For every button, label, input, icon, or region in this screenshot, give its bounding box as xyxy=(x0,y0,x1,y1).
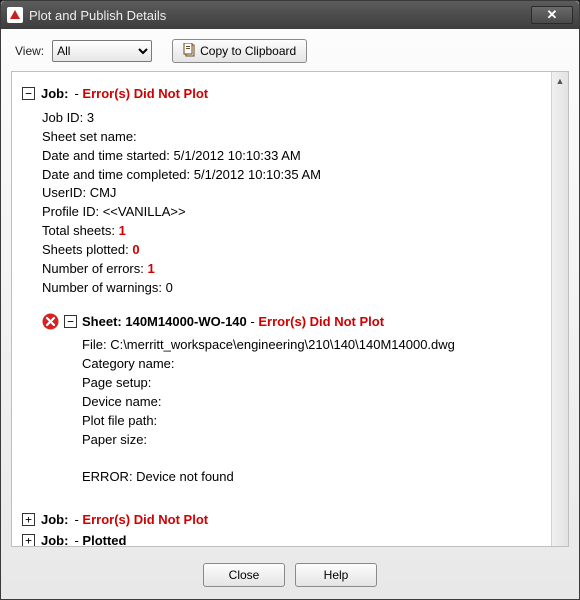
job-label: Job: xyxy=(41,86,68,101)
job-status: - Plotted xyxy=(74,533,126,546)
view-select[interactable]: All xyxy=(52,40,152,62)
scroll-up-arrow[interactable]: ▲ xyxy=(552,72,568,89)
sheet-error-message: ERROR: Device not found xyxy=(82,468,558,487)
job-header: − Job: - Error(s) Did Not Plot xyxy=(22,86,558,101)
error-icon xyxy=(42,313,59,330)
toolbar: View: All Copy to Clipboard xyxy=(1,29,579,71)
sheet-header: − Sheet: 140M14000-WO-140 - Error(s) Did… xyxy=(42,313,558,330)
close-button[interactable]: Close xyxy=(203,563,285,587)
collapse-toggle[interactable]: − xyxy=(64,315,77,328)
clipboard-icon xyxy=(183,43,196,60)
job-header: + Job: - Plotted xyxy=(22,533,558,546)
job-status: - Error(s) Did Not Plot xyxy=(74,512,208,527)
content-panel: − Job: - Error(s) Did Not Plot Job ID: 3… xyxy=(11,71,569,547)
job-status: - Error(s) Did Not Plot xyxy=(74,86,208,101)
expand-toggle[interactable]: + xyxy=(22,513,35,526)
app-icon xyxy=(7,7,23,23)
window-close-button[interactable]: ✕ xyxy=(531,6,573,24)
window-title: Plot and Publish Details xyxy=(29,8,531,23)
titlebar: Plot and Publish Details ✕ xyxy=(1,1,579,29)
expand-toggle[interactable]: + xyxy=(22,534,35,546)
job-label: Job: xyxy=(41,512,68,527)
scrollbar[interactable]: ▲ xyxy=(551,72,568,546)
job-label: Job: xyxy=(41,533,68,546)
copy-to-clipboard-button[interactable]: Copy to Clipboard xyxy=(172,39,307,63)
help-button[interactable]: Help xyxy=(295,563,377,587)
sheet-details: File: C:\merritt_workspace\engineering\2… xyxy=(82,336,558,487)
content-scroll[interactable]: − Job: - Error(s) Did Not Plot Job ID: 3… xyxy=(12,72,568,546)
job-header: + Job: - Error(s) Did Not Plot xyxy=(22,512,558,527)
dialog-window: Plot and Publish Details ✕ View: All Cop… xyxy=(0,0,580,600)
sheet-label: Sheet: 140M14000-WO-140 - Error(s) Did N… xyxy=(82,314,384,329)
collapse-toggle[interactable]: − xyxy=(22,87,35,100)
job-details: Job ID: 3 Sheet set name: Date and time … xyxy=(42,109,558,297)
view-label: View: xyxy=(15,44,44,58)
dialog-buttons: Close Help xyxy=(1,555,579,599)
